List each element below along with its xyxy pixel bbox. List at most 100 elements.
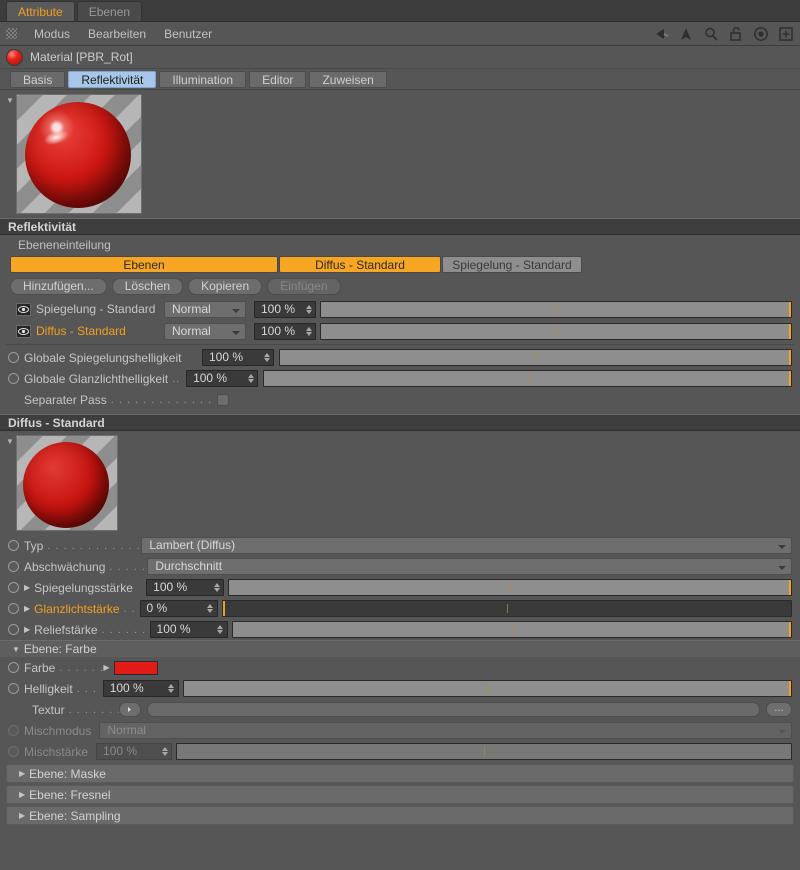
tab-illumination[interactable]: Illumination bbox=[159, 71, 246, 88]
stepper-icon[interactable] bbox=[263, 352, 270, 364]
segment-diffus-standard[interactable]: Diffus - Standard bbox=[279, 256, 441, 273]
typ-label: Typ bbox=[24, 539, 43, 553]
diffuse-preview-collapse-icon[interactable]: ▼ bbox=[6, 435, 16, 531]
collapse-triangle-icon[interactable]: ▼ bbox=[12, 645, 20, 654]
helligkeit-field[interactable]: 100 % bbox=[103, 680, 179, 697]
animation-track-icon[interactable] bbox=[8, 352, 19, 363]
helligkeit-slider[interactable] bbox=[183, 680, 792, 697]
target-icon[interactable] bbox=[753, 26, 769, 42]
tab-basis[interactable]: Basis bbox=[10, 71, 65, 88]
search-icon[interactable] bbox=[703, 26, 719, 42]
stepper-icon[interactable] bbox=[207, 603, 214, 615]
layer-blend-mode-dropdown[interactable]: Normal bbox=[164, 301, 246, 318]
tab-reflektivitaet[interactable]: Reflektivität bbox=[68, 71, 156, 88]
layer-row[interactable]: Spiegelung - Standard Normal 100 % bbox=[0, 298, 800, 320]
preview-collapse-icon[interactable]: ▼ bbox=[6, 94, 16, 214]
add-layer-button[interactable]: Hinzufügen... bbox=[10, 278, 107, 295]
section-ebene-fresnel[interactable]: ▶ Ebene: Fresnel bbox=[6, 785, 794, 804]
abschwaechung-dropdown[interactable]: Durchschnitt bbox=[147, 558, 792, 575]
farbe-color-swatch[interactable] bbox=[114, 661, 158, 675]
layer-row[interactable]: Diffus - Standard Normal 100 % bbox=[0, 320, 800, 342]
window-tab-attribute[interactable]: Attribute bbox=[6, 1, 75, 21]
glanzlichtstaerke-label: Glanzlichtstärke bbox=[34, 602, 119, 616]
segment-spiegelung-standard[interactable]: Spiegelung - Standard bbox=[442, 256, 582, 273]
reliefstaerke-field[interactable]: 100 % bbox=[150, 621, 228, 638]
segment-ebenen[interactable]: Ebenen bbox=[10, 256, 278, 273]
plus-box-icon[interactable] bbox=[778, 26, 794, 42]
reliefstaerke-slider[interactable] bbox=[232, 621, 792, 638]
eye-icon[interactable] bbox=[16, 303, 31, 316]
expand-triangle-icon[interactable]: ▶ bbox=[19, 790, 25, 799]
animation-track-icon[interactable] bbox=[8, 683, 19, 694]
tab-editor[interactable]: Editor bbox=[249, 71, 306, 88]
abschwaechung-label: Abschwächung bbox=[24, 560, 105, 574]
animation-track-icon[interactable] bbox=[8, 624, 19, 635]
stepper-icon[interactable] bbox=[217, 624, 224, 636]
window-tab-ebenen[interactable]: Ebenen bbox=[77, 1, 142, 21]
menu-item-modus[interactable]: Modus bbox=[25, 22, 79, 46]
section-ebene-sampling[interactable]: ▶ Ebene: Sampling bbox=[6, 806, 794, 825]
reliefstaerke-value: 100 % bbox=[157, 622, 191, 637]
global-specular-brightness-field[interactable]: 100 % bbox=[186, 370, 258, 387]
animation-track-icon[interactable] bbox=[8, 582, 19, 593]
unlock-icon[interactable] bbox=[728, 26, 744, 42]
layer-amount-field[interactable]: 100 % bbox=[254, 301, 316, 318]
farbe-row: Farbe . . . . . . ▶ bbox=[0, 657, 800, 678]
textur-input[interactable] bbox=[147, 702, 760, 717]
mischstaerke-label: Mischstärke bbox=[24, 745, 88, 759]
spiegelungsstaerke-slider[interactable] bbox=[228, 579, 792, 596]
textur-arrow-button[interactable] bbox=[119, 702, 141, 717]
eye-icon[interactable] bbox=[16, 325, 31, 338]
stepper-icon[interactable] bbox=[168, 683, 175, 695]
section-ebene-maske[interactable]: ▶ Ebene: Maske bbox=[6, 764, 794, 783]
tab-zuweisen[interactable]: Zuweisen bbox=[309, 71, 386, 88]
global-specular-brightness-slider[interactable] bbox=[263, 370, 792, 387]
animation-track-icon[interactable] bbox=[8, 603, 19, 614]
diffuse-preview-thumbnail[interactable] bbox=[16, 435, 118, 531]
group-header-diffus-standard: Diffus - Standard bbox=[0, 414, 800, 431]
typ-dropdown[interactable]: Lambert (Diffus) bbox=[141, 537, 792, 554]
material-preview-thumbnail[interactable] bbox=[16, 94, 142, 214]
animation-track-icon[interactable] bbox=[8, 540, 19, 551]
animation-track-icon[interactable] bbox=[8, 373, 19, 384]
delete-layer-button[interactable]: Löschen bbox=[112, 278, 183, 295]
mischmodus-row: Mischmodus Normal bbox=[0, 720, 800, 741]
diffuse-preview-sphere bbox=[23, 442, 109, 528]
separate-pass-checkbox[interactable] bbox=[217, 394, 229, 406]
global-reflection-brightness-field[interactable]: 100 % bbox=[202, 349, 274, 366]
animation-track-icon[interactable] bbox=[8, 662, 19, 673]
textur-browse-button[interactable]: ... bbox=[766, 702, 792, 717]
up-arrow-icon[interactable] bbox=[678, 26, 694, 42]
glanzlichtstaerke-field[interactable]: 0 % bbox=[140, 600, 218, 617]
stepper-icon[interactable] bbox=[247, 373, 254, 385]
stepper-icon[interactable] bbox=[305, 326, 312, 338]
global-reflection-brightness-slider[interactable] bbox=[279, 349, 792, 366]
expand-triangle-icon[interactable]: ▶ bbox=[24, 625, 30, 634]
back-arrow-icon[interactable] bbox=[653, 26, 669, 42]
spiegelungsstaerke-field[interactable]: 100 % bbox=[146, 579, 224, 596]
menu-item-benutzer[interactable]: Benutzer bbox=[155, 22, 221, 46]
glanzlichtstaerke-slider[interactable] bbox=[222, 600, 792, 617]
expand-triangle-icon[interactable]: ▶ bbox=[103, 663, 109, 672]
animation-track-icon[interactable] bbox=[8, 561, 19, 572]
expand-triangle-icon[interactable]: ▶ bbox=[24, 583, 30, 592]
glanzlichtstaerke-row: ▶ Glanzlichtstärke . . 0 % bbox=[0, 598, 800, 619]
stepper-icon[interactable] bbox=[213, 582, 220, 594]
expand-triangle-icon[interactable]: ▶ bbox=[19, 811, 25, 820]
mischmodus-dropdown: Normal bbox=[99, 722, 792, 739]
copy-layer-button[interactable]: Kopieren bbox=[188, 278, 262, 295]
layer-amount-slider[interactable] bbox=[320, 323, 792, 340]
subsection-header-ebene-farbe[interactable]: ▼ Ebene: Farbe bbox=[0, 640, 800, 657]
layer-amount-field[interactable]: 100 % bbox=[254, 323, 316, 340]
expand-triangle-icon[interactable]: ▶ bbox=[19, 769, 25, 778]
stepper-icon[interactable] bbox=[305, 304, 312, 316]
menu-item-bearbeiten[interactable]: Bearbeiten bbox=[79, 22, 155, 46]
reliefstaerke-row: ▶ Reliefstärke . . . . . . . 100 % bbox=[0, 619, 800, 640]
expand-triangle-icon[interactable]: ▶ bbox=[24, 604, 30, 613]
layer-blend-mode-dropdown[interactable]: Normal bbox=[164, 323, 246, 340]
window-tab-bar: Attribute Ebenen bbox=[0, 0, 800, 22]
paste-layer-button[interactable]: Einfügen bbox=[267, 278, 340, 295]
drag-gripper-icon[interactable] bbox=[6, 28, 17, 39]
global-reflection-brightness-row: Globale Spiegelungshelligkeit 100 % bbox=[0, 347, 800, 368]
layer-amount-slider[interactable] bbox=[320, 301, 792, 318]
